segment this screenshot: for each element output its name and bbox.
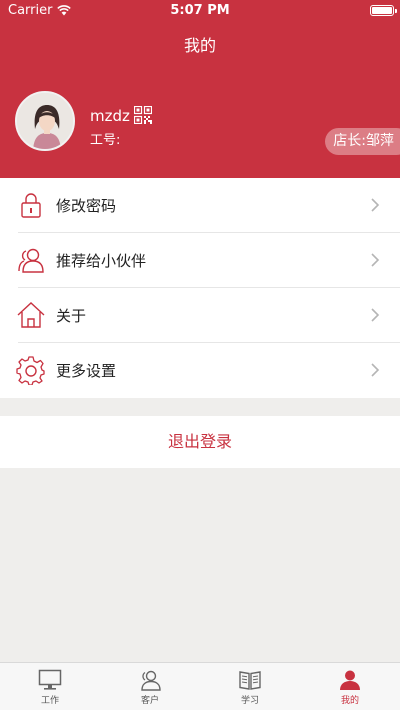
lock-icon (21, 193, 41, 218)
person-icon (340, 670, 360, 690)
monitor-icon (38, 669, 62, 690)
manager-badge: 店长:邹萍 (325, 128, 400, 155)
menu-item-label: 更多设置 (56, 362, 117, 380)
tab-bar: 工作 客户 学习 我的 (0, 662, 400, 710)
avatar[interactable] (15, 91, 75, 151)
tab-label: 客户 (140, 696, 159, 706)
status-time: 5:07 PM (170, 3, 230, 18)
employee-number: 工号: (90, 133, 121, 148)
profile-header: Carrier 5:07 PM 我的 mzdz 工号: 店长:邹萍 (0, 0, 400, 178)
menu-item-more-settings[interactable]: 更多设置 (0, 343, 400, 398)
menu-item-label: 修改密码 (56, 197, 117, 215)
tab-mine[interactable]: 我的 (300, 663, 400, 710)
username: mzdz (90, 107, 130, 125)
tab-study[interactable]: 学习 (200, 663, 300, 710)
settings-menu: 修改密码 推荐给小伙伴 关于 更多设置 (0, 178, 400, 398)
menu-item-label: 关于 (56, 307, 87, 325)
gear-icon (16, 356, 45, 385)
tab-customers[interactable]: 客户 (100, 663, 200, 710)
tab-label: 学习 (240, 696, 259, 706)
menu-item-recommend[interactable]: 推荐给小伙伴 (0, 233, 400, 288)
people-icon (18, 248, 44, 273)
chevron-right-icon (371, 253, 380, 267)
menu-item-change-password[interactable]: 修改密码 (0, 178, 400, 233)
chevron-right-icon (371, 363, 380, 377)
tab-work[interactable]: 工作 (0, 663, 100, 710)
qr-code-icon[interactable] (134, 106, 152, 124)
avatar-person-icon (17, 93, 73, 149)
chevron-right-icon (371, 198, 380, 212)
page-title: 我的 (183, 36, 216, 55)
book-icon (239, 671, 261, 690)
tab-label: 工作 (40, 696, 59, 706)
menu-item-about[interactable]: 关于 (0, 288, 400, 343)
menu-item-label: 推荐给小伙伴 (56, 252, 147, 270)
status-bar: Carrier 5:07 PM (0, 0, 400, 22)
chevron-right-icon (371, 308, 380, 322)
home-icon (17, 302, 45, 328)
tab-label: 我的 (340, 696, 359, 706)
logout-button[interactable]: 退出登录 (0, 416, 400, 468)
battery-icon (370, 5, 397, 16)
customer-icon (141, 670, 161, 691)
